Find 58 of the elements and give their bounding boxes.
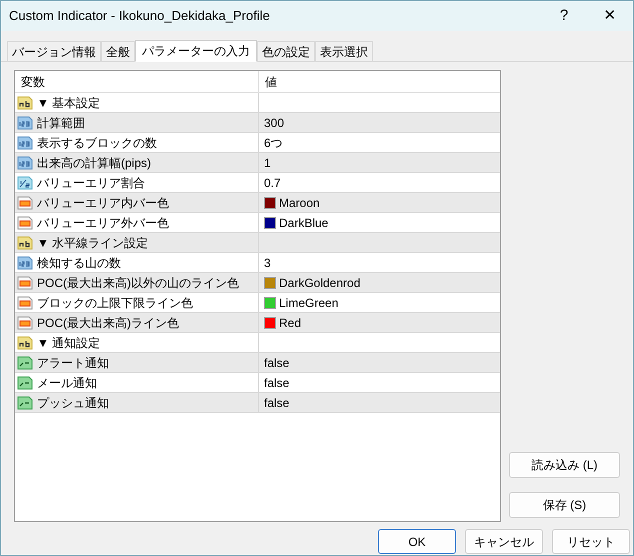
parameter-name: ブロックの上限下限ライン色 <box>37 294 193 312</box>
parameter-value[interactable]: LimeGreen <box>279 294 338 312</box>
parameter-value[interactable]: DarkGoldenrod <box>279 274 360 292</box>
parameter-name: ▼ 基本設定 <box>37 94 100 112</box>
dialog-button[interactable]: 読み込み (L) <box>509 452 620 478</box>
help-button[interactable]: ? <box>541 1 587 31</box>
number-type-icon <box>17 134 33 150</box>
dialog-button[interactable]: OK <box>378 529 456 554</box>
parameter-value[interactable]: 1 <box>264 154 271 172</box>
parameter-name: 出来高の計算幅(pips) <box>37 154 152 172</box>
dialog-button[interactable]: キャンセル <box>465 529 543 554</box>
tab[interactable]: 表示選択 <box>315 41 373 61</box>
number-type-icon <box>17 114 33 130</box>
color-icon <box>17 314 33 330</box>
parameter-name: メール通知 <box>37 374 97 392</box>
column-header: 変数 <box>21 74 45 90</box>
text-type-icon <box>17 94 33 110</box>
window-title: Custom Indicator - Ikokuno_Dekidaka_Profile <box>9 7 271 26</box>
tab[interactable]: バージョン情報 <box>7 41 101 61</box>
parameter-value[interactable]: false <box>264 394 290 412</box>
tab[interactable]: 色の設定 <box>257 41 315 61</box>
parameter-name: バリューエリア外バー色 <box>37 214 169 232</box>
tab[interactable]: パラメーターの入力 <box>135 40 257 62</box>
parameter-value[interactable]: DarkBlue <box>279 214 328 232</box>
parameter-name: POC(最大出来高)以外の山のライン色 <box>37 274 239 292</box>
fraction-icon <box>17 174 33 190</box>
parameter-value[interactable]: false <box>264 354 290 372</box>
text-type-icon <box>17 234 33 250</box>
parameter-value[interactable]: 0.7 <box>264 174 281 192</box>
dialog-button[interactable]: リセット <box>552 529 630 554</box>
parameter-value[interactable]: Maroon <box>279 194 320 212</box>
parameter-name: 計算範囲 <box>37 114 85 132</box>
parameter-name: バリューエリア割合 <box>37 174 145 192</box>
parameter-name: ▼ 通知設定 <box>37 334 100 352</box>
color-icon <box>17 194 33 210</box>
color-icon <box>17 274 33 290</box>
number-type-icon <box>17 154 33 170</box>
parameter-value[interactable]: 6つ <box>264 134 283 152</box>
tab[interactable]: 全般 <box>101 41 135 61</box>
toggle-icon <box>17 394 33 410</box>
parameter-value[interactable]: Red <box>279 314 302 332</box>
parameter-name: バリューエリア内バー色 <box>37 194 169 212</box>
parameter-name: プッシュ通知 <box>37 394 109 412</box>
parameter-value[interactable]: 3 <box>264 254 271 272</box>
toggle-icon <box>17 354 33 370</box>
column-header: 値 <box>265 74 277 90</box>
parameter-name: ▼ 水平線ライン設定 <box>37 234 148 252</box>
dialog-button[interactable]: 保存 (S) <box>509 492 620 518</box>
parameter-name: POC(最大出来高)ライン色 <box>37 314 179 332</box>
text-type-icon <box>17 334 33 350</box>
parameter-value[interactable]: false <box>264 374 290 392</box>
number-type-icon <box>17 254 33 270</box>
parameter-name: 表示するブロックの数 <box>37 134 157 152</box>
parameter-name: アラート通知 <box>37 354 109 372</box>
toggle-icon <box>17 374 33 390</box>
parameter-name: 検知する山の数 <box>37 254 121 272</box>
close-button[interactable]: ✕ <box>587 1 633 31</box>
parameter-value[interactable]: 300 <box>264 114 284 132</box>
